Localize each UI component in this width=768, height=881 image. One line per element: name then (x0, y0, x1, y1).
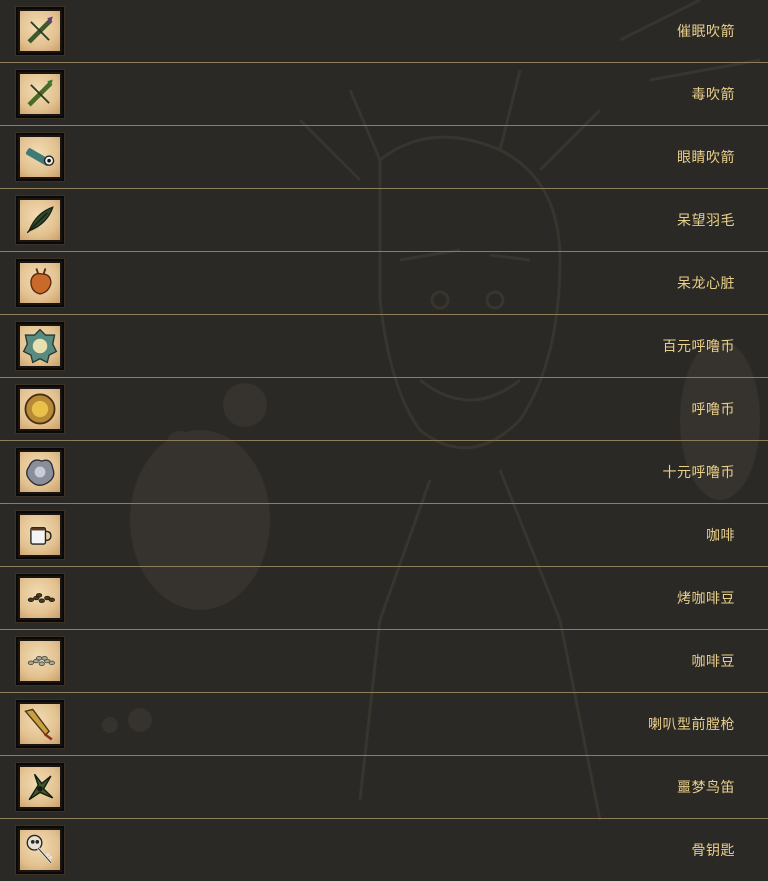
oinc-icon (20, 389, 60, 429)
list-item[interactable]: 呆龙心脏 (0, 252, 768, 315)
item-icon-frame (16, 574, 64, 622)
item-name: 呆望羽毛 (677, 213, 735, 229)
list-item[interactable]: 眼睛吹箭 (0, 126, 768, 189)
list-item[interactable]: 咖啡豆 (0, 630, 768, 693)
roasted-coffee-beans-icon (20, 578, 60, 618)
dragon-heart-icon (20, 263, 60, 303)
list-item[interactable]: 呆望羽毛 (0, 189, 768, 252)
item-icon-frame (16, 826, 64, 874)
item-icon-frame (16, 7, 64, 55)
item-icon-frame (16, 448, 64, 496)
item-icon-frame (16, 322, 64, 370)
list-item[interactable]: 十元呼噜币 (0, 441, 768, 504)
item-icon-frame (16, 700, 64, 748)
item-name: 骨钥匙 (691, 843, 735, 859)
ten-oinc-icon (20, 452, 60, 492)
list-item[interactable]: 百元呼噜币 (0, 315, 768, 378)
list-item[interactable]: 呼噜币 (0, 378, 768, 441)
nightmare-bird-whistle-icon (20, 767, 60, 807)
coffee-beans-icon (20, 641, 60, 681)
item-icon-frame (16, 763, 64, 811)
poison-dart-icon (20, 74, 60, 114)
coffee-icon (20, 515, 60, 555)
hundred-oinc-icon (20, 326, 60, 366)
item-name: 呼噜币 (691, 402, 735, 418)
item-icon-frame (16, 70, 64, 118)
blunderbuss-icon (20, 704, 60, 744)
item-icon-frame (16, 133, 64, 181)
gaze-feather-icon (20, 200, 60, 240)
list-item[interactable]: 咖啡 (0, 504, 768, 567)
item-name: 毒吹箭 (691, 87, 735, 103)
item-icon-frame (16, 385, 64, 433)
item-name: 喇叭型前膛枪 (648, 717, 735, 733)
item-name: 眼睛吹箭 (677, 150, 735, 166)
sleep-dart-icon (20, 11, 60, 51)
list-item[interactable]: 烤咖啡豆 (0, 567, 768, 630)
list-item[interactable]: 喇叭型前膛枪 (0, 693, 768, 756)
item-list: 催眠吹箭 毒吹箭 眼睛吹箭 呆望羽毛 呆龙心脏 百元呼噜币 呼噜币 十元呼噜币 … (0, 0, 768, 881)
list-item[interactable]: 毒吹箭 (0, 63, 768, 126)
item-icon-frame (16, 511, 64, 559)
item-name: 噩梦鸟笛 (677, 780, 735, 796)
item-name: 咖啡豆 (691, 654, 735, 670)
item-icon-frame (16, 259, 64, 307)
item-name: 咖啡 (706, 528, 735, 544)
bone-key-icon (20, 830, 60, 870)
item-icon-frame (16, 196, 64, 244)
item-name: 百元呼噜币 (662, 339, 735, 355)
item-name: 呆龙心脏 (677, 276, 735, 292)
item-name: 催眠吹箭 (677, 24, 735, 40)
item-icon-frame (16, 637, 64, 685)
list-item[interactable]: 骨钥匙 (0, 819, 768, 881)
list-item[interactable]: 催眠吹箭 (0, 0, 768, 63)
list-item[interactable]: 噩梦鸟笛 (0, 756, 768, 819)
item-name: 烤咖啡豆 (677, 591, 735, 607)
eye-dart-icon (20, 137, 60, 177)
item-name: 十元呼噜币 (662, 465, 735, 481)
